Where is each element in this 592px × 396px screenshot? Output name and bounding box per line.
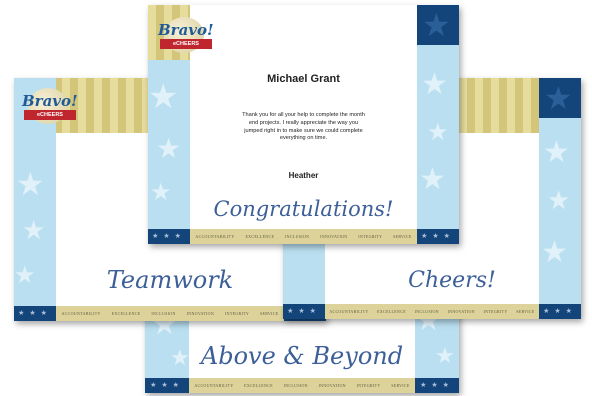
value-label: ACCOUNTABILITY [194,383,234,388]
star-icon: ★ [156,132,182,165]
star-icon: ★ [541,235,568,270]
value-label: EXCELLENCE [244,383,273,388]
value-label: EXCELLENCE [111,311,141,316]
star-icon: ★ [422,6,451,44]
star-icon: ★ [544,79,573,117]
value-label: INCLUSION [283,383,308,388]
star-icon: ★ [148,77,179,117]
value-label: SERVICE [260,311,279,316]
card-headline: Above & Beyond [200,342,404,370]
value-label: INNOVATION [320,234,348,239]
star-icon: ★★★ [415,378,459,393]
star-icon: ★★★ [14,306,56,321]
value-label: INCLUSION [151,311,176,316]
star-icon: ★ [547,186,571,216]
value-label: INCLUSION [414,309,439,314]
star-icon: ★★★ [539,304,581,319]
value-label: SERVICE [516,309,535,314]
bravo-logo: Bravo! eCHEERS [156,15,216,59]
value-label: INTEGRITY [225,311,250,316]
star-icon: ★ [543,135,570,170]
bravo-logo: Bravo! eCHEERS [20,86,80,130]
star-icon: ★ [421,67,448,102]
value-label: INNOVATION [318,383,346,388]
value-label: INNOVATION [186,311,215,316]
card-headline: Congratulations! [213,197,394,221]
star-icon: ★ [419,162,446,197]
recipient-name: Michael Grant [267,73,340,85]
value-label: SERVICE [391,383,410,388]
value-label: ACCOUNTABILITY [61,311,101,316]
value-label: INTEGRITY [358,234,383,239]
star-icon: ★★★ [283,304,325,319]
star-icon: ★ [16,165,45,203]
value-label: INNOVATION [447,309,475,314]
value-label: INTEGRITY [356,383,381,388]
star-icon: ★ [22,216,46,246]
sender-name: Heather [288,171,319,180]
star-icon: ★★★ [148,229,190,244]
value-label: INCLUSION [285,234,310,239]
value-label: ACCOUNTABILITY [329,309,369,314]
card-headline: Teamwork [106,266,234,294]
value-label: SERVICE [393,234,412,239]
star-icon: ★ [427,118,449,146]
value-label: ACCOUNTABILITY [195,234,235,239]
card-message: Thank you for all your help to complete … [242,112,365,142]
star-icon: ★★★ [417,229,459,244]
value-label: EXCELLENCE [377,309,406,314]
value-label: INTEGRITY [483,309,508,314]
value-label: EXCELLENCE [245,234,275,239]
star-icon: ★★★ [145,378,189,393]
card-congratulations[interactable]: ★ ★ ★ ★ ★ ★ ★ Bravo! eCHEERS Michael Gra… [148,5,459,244]
card-headline: Cheers! [408,268,496,293]
